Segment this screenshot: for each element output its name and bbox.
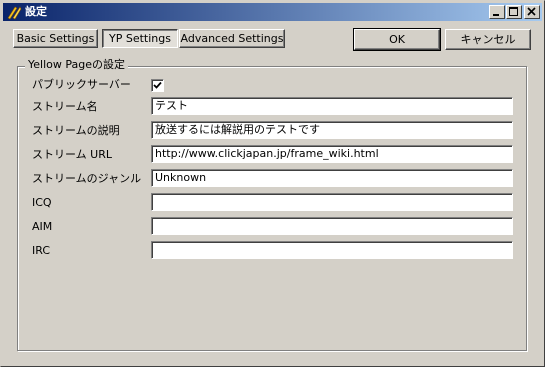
tab-advanced-settings[interactable]: Advanced Settings (179, 29, 285, 48)
checkmark-icon (153, 81, 162, 89)
tab-yp-settings[interactable]: YP Settings (102, 29, 178, 48)
irc-label: IRC (32, 244, 51, 257)
tab-basic-settings[interactable]: Basic Settings (13, 29, 98, 48)
stream-genre-input[interactable]: Unknown (151, 169, 513, 187)
maximize-icon (509, 7, 518, 16)
stream-name-input[interactable]: テスト (151, 97, 513, 115)
close-icon (527, 7, 536, 16)
minimize-button[interactable] (489, 5, 505, 19)
maximize-button[interactable] (506, 5, 522, 19)
close-button[interactable] (524, 5, 540, 19)
stream-url-label: ストリーム URL (32, 148, 112, 161)
stream-name-label: ストリーム名 (32, 100, 98, 113)
window-title: 設定 (25, 5, 47, 18)
ok-button[interactable]: OK (353, 28, 441, 51)
icq-label: ICQ (32, 196, 52, 209)
stream-genre-label: ストリームのジャンル (32, 172, 142, 185)
aim-input[interactable] (151, 217, 513, 235)
icq-input[interactable] (151, 193, 513, 211)
group-title: Yellow Pageの設定 (25, 58, 128, 72)
public-server-checkbox[interactable] (151, 79, 164, 92)
irc-input[interactable] (151, 241, 513, 259)
aim-label: AIM (32, 220, 53, 233)
stream-description-input[interactable]: 放送するには解説用のテストです (151, 121, 513, 139)
stream-description-label: ストリームの説明 (32, 124, 120, 137)
cancel-button[interactable]: キャンセル (445, 29, 531, 50)
stream-url-input[interactable]: http://www.clickjapan.jp/frame_wiki.html (151, 145, 513, 163)
minimize-icon (493, 14, 499, 16)
settings-window: 設定 Basic Settings YP Settings Advanced S… (0, 0, 545, 367)
public-server-label: パブリックサーバー (32, 78, 131, 91)
app-icon (6, 4, 22, 20)
title-bar[interactable]: 設定 (3, 3, 542, 21)
